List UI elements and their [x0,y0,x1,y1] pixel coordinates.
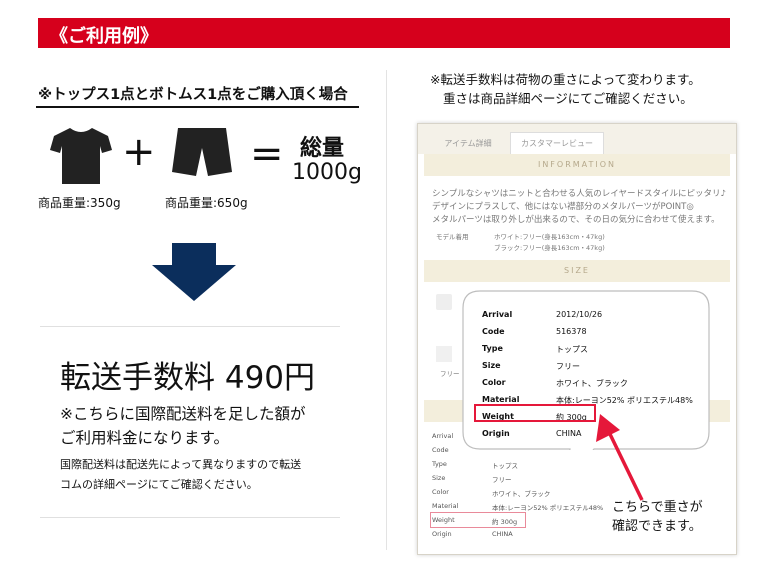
callout-spec-table: Arrival 2012/10/26 Code 516378 Type トップス Si… [462,290,710,450]
column-divider [386,70,387,550]
fee-note-line2: ご利用料金になります。 [60,429,229,447]
weight-note: ※転送手数料は荷物の重さによって変わります。 重さは商品詳細ページにてご確認くだ… [430,70,701,108]
free-size-label: フリー [440,370,460,378]
divider-bottom [40,517,340,518]
total-value: 1000g [292,160,362,185]
tab-customer-review: カスタマーレビュー [510,132,604,155]
model-label: モデル着用 [436,233,469,241]
desc-line3: メタルパーツは取り外しが出来るので、その日の気分に合わせて使えます。 [432,215,720,225]
down-arrow-icon [152,243,236,301]
product-description: シンプルなシャツはニットと合わせる人気のレイヤードスタイルにピッタリ♪ デザイン… [432,188,726,227]
confirm-note: こちらで重さが 確認できます。 [612,498,703,536]
total-label: 総量 [300,136,345,161]
plus-sign: + [122,129,156,175]
condition-text: ※トップス1点とボトムス1点をご購入頂く場合 [38,87,348,103]
fee-note-line1: ※こちらに国際配送料を足した額が [60,405,306,423]
model-black: ブラック:フリー(身長163cm・47kg) [494,244,605,252]
section-title: 《ご利用例》 [50,26,158,47]
section-header: 《ご利用例》 [38,18,730,48]
shipping-note: 国際配送料は配送先によって異なりますので転送 コムの詳細ページにてご確認ください… [60,455,301,495]
information-band: INFORMATION [424,154,730,176]
weight-highlight [474,404,596,422]
tab-item-detail: アイテム詳細 [428,133,508,155]
weight-note-line1: ※転送手数料は荷物の重さによって変わります。 [430,72,701,87]
confirm-line1: こちらで重さが [612,500,703,515]
transfer-fee: 転送手数料 490円 [60,360,316,396]
condition-underline [36,106,359,108]
shorts-icon [172,128,232,176]
desc-line1: シンプルなシャツはニットと合わせる人気のレイヤードスタイルにピッタリ♪ [432,189,726,199]
divider-top [40,326,340,327]
desc-line2: デザインにプラスして、他にはない襟部分のメタルパーツがPOINT◎ [432,202,694,212]
fee-note: ※こちらに国際配送料を足した額が ご利用料金になります。 [60,402,306,450]
tshirt-icon [50,128,112,184]
model-white: ホワイト:フリー(身長163cm・47kg) [494,233,605,241]
shirt-weight: 商品重量:350g [38,196,121,210]
size-band: SIZE [424,260,730,282]
shorts-weight: 商品重量:650g [165,196,248,210]
weight-highlight-small [430,512,526,528]
shipping-note-line1: 国際配送料は配送先によって異なりますので転送 [60,458,302,471]
weight-note-line2: 重さは商品詳細ページにてご確認ください。 [443,91,693,106]
confirm-line2: 確認できます。 [612,519,702,534]
equals-sign: = [250,131,284,177]
red-arrow-icon [596,414,644,501]
shipping-note-line2: コムの詳細ページにてご確認ください。 [60,478,258,491]
thumbnail [436,346,452,362]
zoom-icon [436,294,452,310]
